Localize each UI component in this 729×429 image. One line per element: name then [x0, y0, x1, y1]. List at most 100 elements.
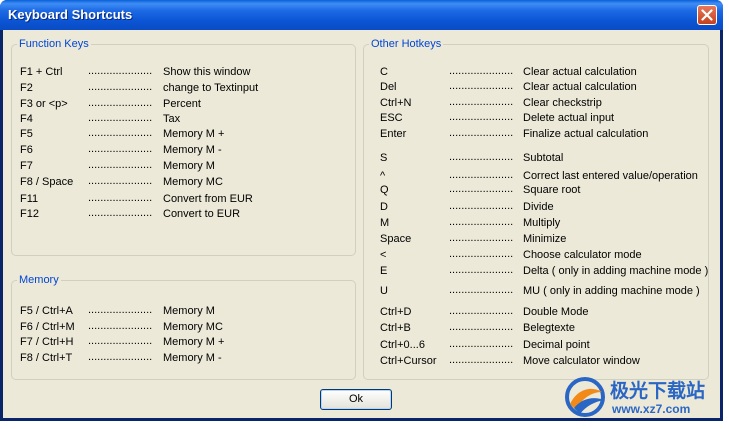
shortcut-key: F11: [20, 193, 39, 205]
shortcut-description: Memory M: [163, 305, 215, 317]
shortcut-description: Delta ( only in adding machine mode ): [523, 265, 709, 277]
shortcut-description: Memory M: [163, 160, 215, 172]
dot-leader: .....................: [88, 192, 153, 204]
window-title: Keyboard Shortcuts: [8, 7, 133, 22]
dot-leader: .....................: [449, 338, 514, 350]
dot-leader: .....................: [449, 284, 514, 296]
dot-leader: .....................: [449, 264, 514, 276]
shortcut-key: Ctrl+N: [380, 97, 412, 109]
dot-leader: .....................: [449, 127, 514, 139]
shortcut-key: F6 / Ctrl+M: [20, 321, 75, 333]
shortcut-description: Choose calculator mode: [523, 249, 642, 261]
shortcut-key: F7: [20, 160, 33, 172]
shortcut-description: Memory MC: [163, 321, 223, 333]
shortcut-key: Enter: [380, 128, 407, 140]
dot-leader: .....................: [449, 151, 514, 163]
shortcut-key: <: [380, 249, 387, 261]
shortcut-key: F12: [20, 208, 39, 220]
shortcut-key: F1 + Ctrl: [20, 66, 63, 78]
dot-leader: .....................: [88, 112, 153, 124]
shortcut-description: Clear actual calculation: [523, 81, 637, 93]
shortcut-description: Clear checkstrip: [523, 97, 602, 109]
shortcut-description: Delete actual input: [523, 112, 615, 124]
shortcut-key: D: [380, 201, 388, 213]
shortcut-description: Correct last entered value/operation: [523, 170, 698, 182]
shortcut-description: Convert from EUR: [163, 193, 253, 205]
function-keys-legend: Function Keys: [17, 37, 91, 51]
dot-leader: .....................: [449, 169, 514, 181]
shortcut-key: Ctrl+0...6: [380, 339, 425, 351]
shortcut-key: F8 / Space: [20, 176, 74, 188]
dot-leader: .....................: [449, 354, 514, 366]
title-bar[interactable]: Keyboard Shortcuts: [0, 0, 723, 30]
watermark-title: 极光下载站: [610, 381, 706, 402]
shortcut-key: ^: [380, 170, 386, 182]
dot-leader: .....................: [88, 81, 153, 93]
shortcut-key: F7 / Ctrl+H: [20, 336, 74, 348]
dot-leader: .....................: [449, 200, 514, 212]
shortcut-description: MU ( only in adding machine mode ): [523, 285, 700, 297]
shortcut-key: F4: [20, 113, 33, 125]
shortcut-description: Move calculator window: [523, 355, 640, 367]
dot-leader: .....................: [449, 111, 514, 123]
shortcut-description: Belegtexte: [523, 322, 575, 334]
dot-leader: .....................: [449, 80, 514, 92]
aurora-logo-icon: [565, 377, 605, 417]
shortcut-description: Clear actual calculation: [523, 66, 637, 78]
dot-leader: .....................: [88, 65, 153, 77]
shortcut-key: U: [380, 285, 388, 297]
shortcut-description: Multiply: [523, 217, 561, 229]
memory-legend: Memory: [17, 273, 61, 287]
shortcut-key: Ctrl+Cursor: [380, 355, 437, 367]
shortcut-key: F2: [20, 82, 33, 94]
shortcut-description: Convert to EUR: [163, 208, 241, 220]
shortcut-key: Ctrl+B: [380, 322, 411, 334]
dot-leader: .....................: [449, 321, 514, 333]
shortcut-description: change to Textinput: [163, 82, 259, 94]
dot-leader: .....................: [449, 65, 514, 77]
dialog-client-area: Function Keys Memory Other Hotkeys Ok F1…: [3, 30, 720, 418]
shortcut-description: Tax: [163, 113, 181, 125]
dot-leader: .....................: [88, 351, 153, 363]
shortcut-key: C: [380, 66, 388, 78]
shortcut-description: Memory M +: [163, 128, 225, 140]
shortcut-description: Show this window: [163, 66, 251, 78]
shortcut-key: Space: [380, 233, 412, 245]
shortcut-description: Subtotal: [523, 152, 564, 164]
shortcut-key: F5: [20, 128, 33, 140]
shortcut-description: Memory M -: [163, 144, 222, 156]
dot-leader: .....................: [88, 335, 153, 347]
shortcut-description: Divide: [523, 201, 554, 213]
shortcut-key: F5 / Ctrl+A: [20, 305, 73, 317]
shortcut-description: Double Mode: [523, 306, 589, 318]
close-button[interactable]: [697, 5, 717, 25]
shortcut-key: Del: [380, 81, 397, 93]
shortcut-key: F8 / Ctrl+T: [20, 352, 73, 364]
shortcut-key: E: [380, 265, 388, 277]
shortcut-key: F3 or <p>: [20, 98, 68, 110]
dot-leader: .....................: [449, 96, 514, 108]
shortcut-key: Q: [380, 184, 389, 196]
dot-leader: .....................: [88, 320, 153, 332]
dot-leader: .....................: [88, 143, 153, 155]
dot-leader: .....................: [449, 248, 514, 260]
watermark: 极光下载站 www.xz7.com: [560, 372, 726, 422]
shortcut-description: Memory M -: [163, 352, 222, 364]
dot-leader: .....................: [88, 304, 153, 316]
shortcut-description: Square root: [523, 184, 581, 196]
shortcut-key: M: [380, 217, 390, 229]
dot-leader: .....................: [88, 175, 153, 187]
dot-leader: .....................: [88, 207, 153, 219]
other-hotkeys-legend: Other Hotkeys: [369, 37, 444, 51]
watermark-url: www.xz7.com: [612, 402, 691, 416]
shortcut-key: ESC: [380, 112, 403, 124]
shortcut-key: Ctrl+D: [380, 306, 412, 318]
ok-button[interactable]: Ok: [320, 389, 392, 410]
shortcut-description: Memory MC: [163, 176, 223, 188]
shortcut-key: F6: [20, 144, 33, 156]
shortcut-key: S: [380, 152, 388, 164]
dot-leader: .....................: [88, 127, 153, 139]
dot-leader: .....................: [449, 305, 514, 317]
dialog-window: Keyboard Shortcuts Function Keys Memory …: [0, 0, 723, 421]
shortcut-description: Finalize actual calculation: [523, 128, 649, 140]
